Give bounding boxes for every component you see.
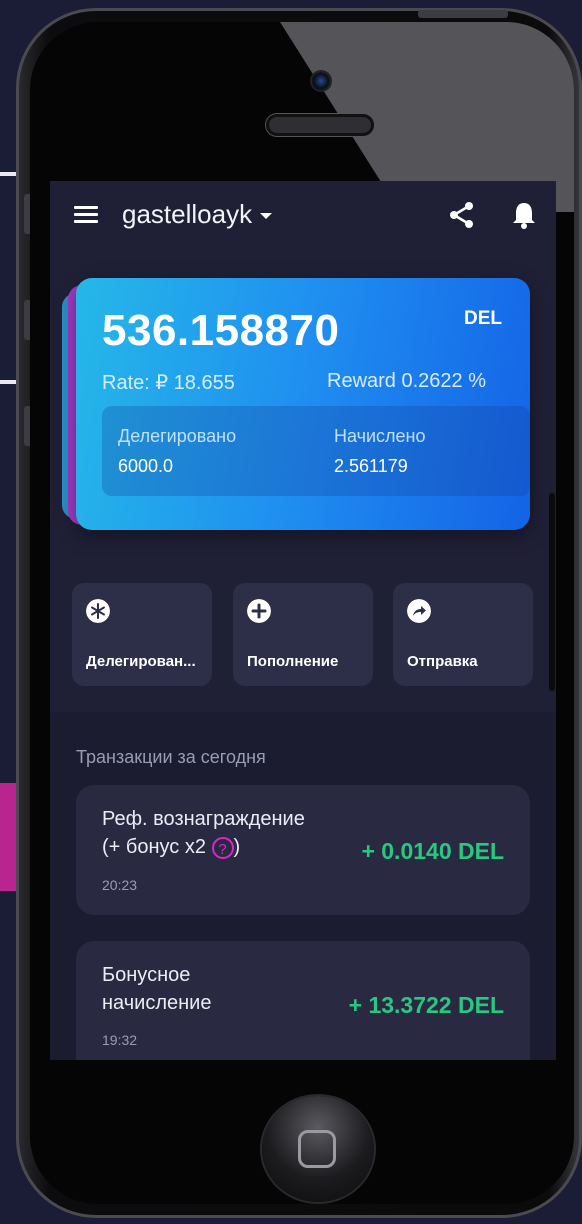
- power-button: [418, 10, 508, 18]
- account-selector[interactable]: gastelloayk: [122, 199, 273, 230]
- snowflake-icon: [86, 599, 110, 623]
- delegation-stats: Делегировано 6000.0 Начислено 2.561179: [102, 406, 530, 496]
- bonus-text-end: ): [233, 836, 241, 858]
- background-accent: [0, 783, 16, 891]
- transaction-subtitle-line: (+ бонус x2 ?): [102, 833, 305, 861]
- top-up-label: Пополнение: [247, 653, 339, 670]
- delegated-value: 6000.0: [118, 456, 174, 476]
- reward-rate: Reward 0.2622 %: [327, 370, 486, 392]
- top-up-button[interactable]: Пополнение: [233, 583, 373, 686]
- transaction-item[interactable]: Бонусное начисление + 13.3722 DEL 19:32: [76, 941, 530, 1060]
- earpiece-speaker: [266, 114, 374, 136]
- transaction-description: Реф. вознаграждение (+ бонус x2 ?): [102, 805, 305, 861]
- app-screen: gastelloayk 536.158870 DEL Rate: ₽ 18.65…: [50, 181, 556, 1060]
- transaction-time: 20:23: [102, 877, 138, 893]
- scrollbar[interactable]: [549, 493, 555, 691]
- exchange-rate: Rate: ₽ 18.655: [102, 372, 235, 394]
- delegated-label: Делегировано: [118, 426, 237, 446]
- home-button[interactable]: [262, 1096, 374, 1202]
- share-icon[interactable]: [448, 201, 476, 229]
- transaction-item[interactable]: Реф. вознаграждение (+ бонус x2 ?) + 0.0…: [76, 785, 530, 915]
- wallet-card[interactable]: 536.158870 DEL Rate: ₽ 18.655 Reward 0.2…: [76, 278, 530, 530]
- transactions-section: Транзакции за сегодня Реф. вознаграждени…: [50, 712, 556, 1060]
- delegate-button[interactable]: Делегирован...: [72, 583, 212, 686]
- front-camera: [312, 72, 330, 90]
- transaction-description: Бонусное начисление: [102, 961, 211, 1017]
- send-arrow-icon: [407, 599, 431, 623]
- transaction-amount: + 13.3722 DEL: [348, 992, 504, 1018]
- home-square-icon: [298, 1130, 336, 1168]
- balance-amount: 536.158870: [102, 306, 340, 355]
- app-bar: gastelloayk: [50, 181, 556, 249]
- transaction-subtitle-line: начисление: [102, 992, 212, 1014]
- transaction-time: 19:32: [102, 1032, 138, 1048]
- quick-actions: Делегирован... Пополнение Отправка: [72, 583, 556, 687]
- transactions-title: Транзакции за сегодня: [76, 747, 266, 767]
- bonus-text: (+ бонус x2: [102, 836, 206, 858]
- coin-ticker: DEL: [464, 308, 502, 329]
- plus-circle-icon: [247, 599, 271, 623]
- transaction-title-line: Бонусное: [102, 964, 191, 986]
- send-button[interactable]: Отправка: [393, 583, 533, 686]
- notification-bell-icon[interactable]: [512, 201, 536, 229]
- send-label: Отправка: [407, 653, 478, 670]
- accrued-value: 2.561179: [334, 456, 408, 476]
- delegate-label: Делегирован...: [86, 653, 196, 670]
- help-question-icon[interactable]: ?: [211, 836, 234, 859]
- transaction-title-line: Реф. вознаграждение: [102, 808, 305, 830]
- hamburger-menu-icon[interactable]: [74, 206, 98, 224]
- transaction-amount: + 0.0140 DEL: [361, 838, 504, 864]
- accrued-label: Начислено: [334, 426, 426, 446]
- account-name: gastelloayk: [122, 199, 253, 229]
- caret-down-icon: [260, 213, 273, 220]
